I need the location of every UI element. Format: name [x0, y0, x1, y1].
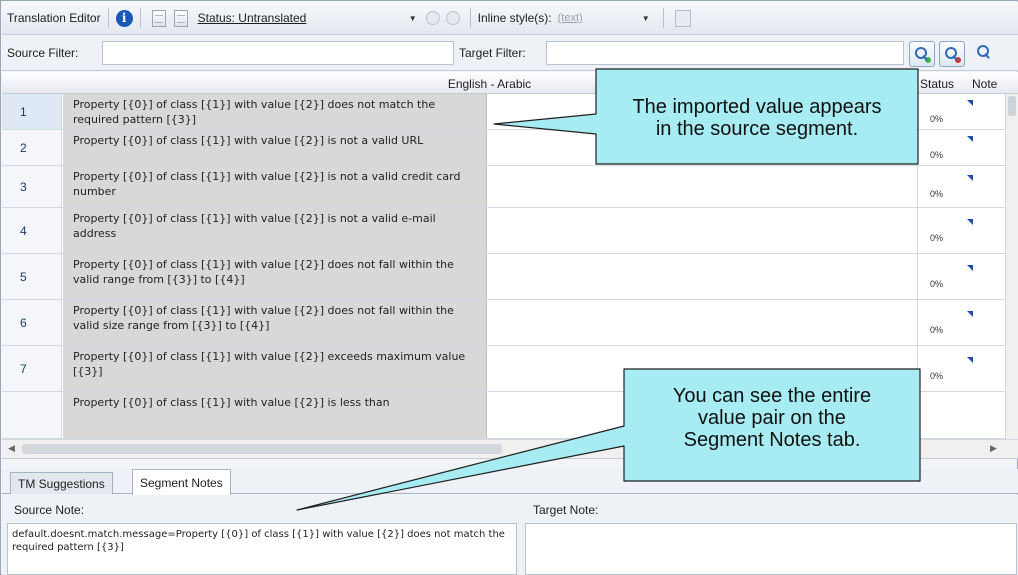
- segment-notes-panel: Source Note: default.doesnt.match.messag…: [2, 495, 1018, 575]
- row-number: 6: [2, 300, 62, 345]
- toolbar-divider: [107, 8, 109, 28]
- status-percent: 0%: [930, 324, 944, 335]
- target-filter-label: Target Filter:: [459, 46, 526, 60]
- segment-grid: English - Arabic Status Note 1 Property …: [2, 72, 1018, 459]
- target-segment[interactable]: [488, 130, 918, 165]
- target-note-box[interactable]: [525, 523, 1017, 575]
- target-segment[interactable]: [488, 392, 918, 438]
- document-lines-icon[interactable]: [173, 9, 188, 27]
- table-row[interactable]: 5 Property [{0}] of class [{1}] with val…: [2, 254, 1005, 300]
- table-row[interactable]: 4 Property [{0}] of class [{1}] with val…: [2, 208, 1005, 254]
- row-number: 4: [2, 208, 62, 253]
- chevron-down-icon: ▼: [641, 13, 650, 23]
- status-percent: 0%: [930, 149, 944, 160]
- source-note-box[interactable]: default.doesnt.match.message=Property [{…: [7, 523, 517, 575]
- status-percent: 0%: [930, 370, 944, 381]
- source-segment[interactable]: Property [{0}] of class [{1}] with value…: [63, 254, 487, 299]
- status-percent: 0%: [930, 113, 944, 124]
- target-segment[interactable]: [488, 166, 918, 207]
- note-icon[interactable]: [975, 177, 997, 193]
- table-row[interactable]: 7 Property [{0}] of class [{1}] with val…: [2, 346, 1005, 392]
- source-filter-label: Source Filter:: [7, 46, 79, 60]
- chevron-down-icon: ▼: [408, 13, 417, 23]
- horizontal-scrollbar[interactable]: ◀ ▶: [2, 439, 1018, 458]
- table-row[interactable]: Property [{0}] of class [{1}] with value…: [2, 392, 1005, 439]
- paste-icon[interactable]: [674, 9, 691, 27]
- status-dropdown[interactable]: Status: Untranslated ▼: [198, 11, 423, 25]
- inline-styles-dropdown[interactable]: (text) ▼: [558, 12, 656, 24]
- toggle-icon[interactable]: [445, 11, 460, 25]
- note-icon[interactable]: [975, 359, 997, 375]
- note-column-header[interactable]: Note: [972, 77, 997, 91]
- target-segment[interactable]: [488, 346, 918, 391]
- toggle-icon[interactable]: [425, 11, 440, 25]
- status-percent: 0%: [930, 278, 944, 289]
- note-icon[interactable]: [975, 138, 997, 154]
- clear-filter-button[interactable]: [939, 41, 965, 67]
- language-pair-header: English - Arabic: [447, 77, 532, 91]
- target-segment[interactable]: [488, 94, 918, 129]
- table-row[interactable]: 3 Property [{0}] of class [{1}] with val…: [2, 166, 1005, 208]
- scroll-left-icon[interactable]: ◀: [8, 443, 15, 454]
- scrollbar-thumb[interactable]: [22, 444, 502, 454]
- row-number: 2: [2, 130, 62, 165]
- table-row[interactable]: 6 Property [{0}] of class [{1}] with val…: [2, 300, 1005, 346]
- target-segment[interactable]: [488, 208, 918, 253]
- source-segment[interactable]: Property [{0}] of class [{1}] with value…: [63, 94, 487, 129]
- target-segment[interactable]: [488, 300, 918, 345]
- table-row[interactable]: 2 Property [{0}] of class [{1}] with val…: [2, 130, 1005, 166]
- source-filter-input[interactable]: [102, 41, 454, 65]
- source-note-label: Source Note:: [14, 503, 85, 517]
- toolbar-divider: [139, 8, 141, 28]
- source-segment[interactable]: Property [{0}] of class [{1}] with value…: [63, 346, 487, 391]
- toolbar: Translation Editor i Status: Untranslate…: [2, 2, 1018, 35]
- row-number: 5: [2, 254, 62, 299]
- source-segment[interactable]: Property [{0}] of class [{1}] with value…: [63, 130, 487, 165]
- source-segment[interactable]: Property [{0}] of class [{1}] with value…: [63, 300, 487, 345]
- note-icon[interactable]: [975, 313, 997, 329]
- target-segment[interactable]: [488, 254, 918, 299]
- search-clear-icon: [945, 47, 961, 63]
- scrollbar-thumb[interactable]: [1008, 96, 1016, 116]
- status-column-header[interactable]: Status: [920, 77, 954, 91]
- row-number: [2, 392, 62, 438]
- note-icon[interactable]: [975, 221, 997, 237]
- status-percent: 0%: [930, 232, 944, 243]
- filter-bar: Source Filter: Target Filter:: [2, 35, 1018, 71]
- vertical-scrollbar[interactable]: [1005, 94, 1018, 439]
- note-icon[interactable]: [975, 267, 997, 283]
- target-filter-input[interactable]: [546, 41, 904, 65]
- search-button[interactable]: [909, 41, 935, 67]
- bottom-tabs: TM Suggestions Segment Notes: [2, 469, 1018, 495]
- inline-styles-label: Inline style(s):: [477, 11, 552, 25]
- info-icon[interactable]: i: [115, 9, 133, 27]
- source-segment[interactable]: Property [{0}] of class [{1}] with value…: [63, 392, 487, 438]
- tab-segment-notes[interactable]: Segment Notes: [132, 469, 231, 495]
- inline-styles-value: (text): [557, 12, 583, 24]
- search-options-icon[interactable]: [977, 45, 991, 59]
- grid-header: English - Arabic Status Note: [2, 72, 1018, 94]
- editor-title: Translation Editor: [7, 11, 101, 25]
- row-number: 1: [2, 94, 62, 129]
- note-icon[interactable]: [975, 102, 997, 118]
- source-segment[interactable]: Property [{0}] of class [{1}] with value…: [63, 166, 487, 207]
- toolbar-divider: [469, 8, 471, 28]
- table-row[interactable]: 1 Property [{0}] of class [{1}] with val…: [2, 94, 1005, 130]
- document-icon[interactable]: [151, 9, 166, 27]
- row-number: 7: [2, 346, 62, 391]
- search-icon: [915, 47, 931, 63]
- source-segment[interactable]: Property [{0}] of class [{1}] with value…: [63, 208, 487, 253]
- toolbar-divider: [662, 8, 664, 28]
- translation-editor-window: Translation Editor i Status: Untranslate…: [0, 0, 1018, 575]
- scroll-right-icon[interactable]: ▶: [990, 443, 997, 454]
- tab-tm-suggestions[interactable]: TM Suggestions: [10, 472, 113, 494]
- target-note-label: Target Note:: [533, 503, 599, 517]
- row-number: 3: [2, 166, 62, 207]
- status-percent: 0%: [930, 188, 944, 199]
- status-dropdown-label: Status: Untranslated: [197, 11, 307, 25]
